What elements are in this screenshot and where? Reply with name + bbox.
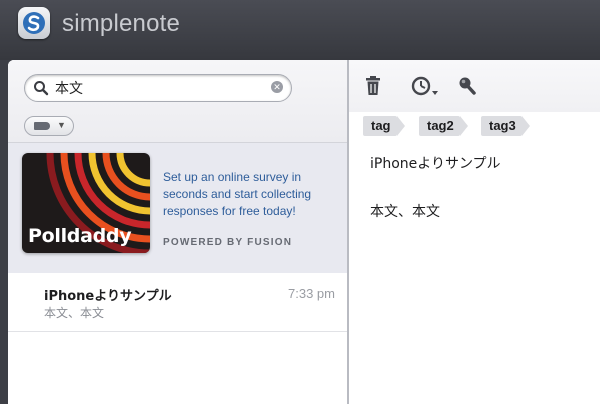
search-box[interactable]: ✕ [24,74,292,102]
search-input[interactable] [53,78,267,98]
tag-chip[interactable]: tag2 [419,116,468,136]
polldaddy-brand: Polldaddy [28,225,132,247]
note-editor-body[interactable]: iPhoneよりサンプル 本文、本文 [370,152,590,224]
tag-chip[interactable]: tag3 [481,116,530,136]
main-panel: ✕ ▼ Polldaddy [8,60,600,404]
ad-text-link[interactable]: Set up an online survey in seconds and s… [163,169,333,220]
tag-chip[interactable]: tag [363,116,404,136]
note-time: 7:33 pm [288,286,335,301]
simplenote-logo-icon [18,7,50,39]
title-bar: simplenote [0,0,600,60]
list-item[interactable]: iPhoneよりサンプル 本文、本文 7:33 pm [8,273,347,332]
clear-icon[interactable]: ✕ [271,81,283,93]
tags-row[interactable]: tag tag2 tag3 [349,112,600,140]
tag-filter-button[interactable]: ▼ [24,116,74,136]
note-preview: 本文、本文 [44,306,105,320]
search-icon [33,80,49,101]
editor-toolbar [349,60,600,112]
clock-icon[interactable] [411,76,439,103]
tag-icon [34,122,50,130]
search-area: ✕ ▼ [8,60,347,142]
note-list-pane: ✕ ▼ Polldaddy [8,60,347,404]
note-title: iPhoneよりサンプル [44,289,172,304]
ad-banner[interactable]: Polldaddy Set up an online survey in sec… [8,142,347,274]
app-title: simplenote [62,10,181,37]
editor-pane: tag tag2 tag3 iPhoneよりサンプル 本文、本文 [349,60,600,404]
trash-icon[interactable] [364,76,382,101]
polldaddy-ad-image[interactable]: Polldaddy [22,153,150,253]
powered-by-label: POWERED BY FUSION [163,237,293,248]
chevron-down-icon: ▼ [57,120,66,130]
search-icon[interactable] [457,76,477,101]
